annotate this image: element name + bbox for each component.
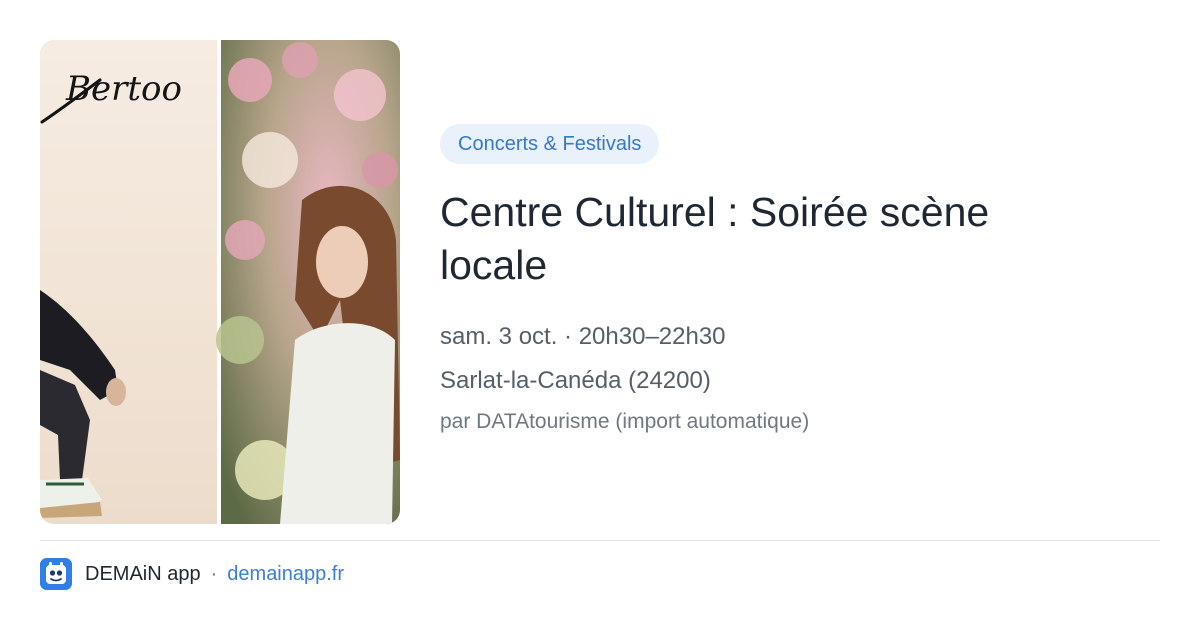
event-image[interactable]: Bertoo: [40, 40, 400, 524]
artist-logo-text: Bertoo: [65, 69, 182, 109]
performer-hand: [106, 378, 126, 406]
woman-face: [316, 226, 368, 298]
app-logo-icon[interactable]: [40, 558, 72, 590]
event-source: par DATAtourisme (import automatique): [440, 410, 810, 433]
footer-divider: [40, 540, 1160, 541]
footer-separator: ·: [210, 562, 218, 585]
app-domain-link[interactable]: demainapp.fr: [227, 563, 344, 586]
event-poster: Bertoo: [40, 40, 400, 524]
event-datetime: sam. 3 oct. · 20h30–22h30: [440, 323, 726, 350]
app-name: DEMAiN app: [85, 562, 201, 585]
event-location: Sarlat-la-Canéda (24200): [440, 367, 711, 394]
category-chip[interactable]: Concerts & Festivals: [440, 124, 660, 164]
event-info: Concerts & Festivals Centre Culturel : S…: [440, 124, 1140, 436]
footer: DEMAiN app · demainapp.fr: [40, 558, 344, 590]
woman-dress: [280, 323, 395, 524]
event-title: Centre Culturel : Soirée scène locale: [440, 189, 990, 288]
